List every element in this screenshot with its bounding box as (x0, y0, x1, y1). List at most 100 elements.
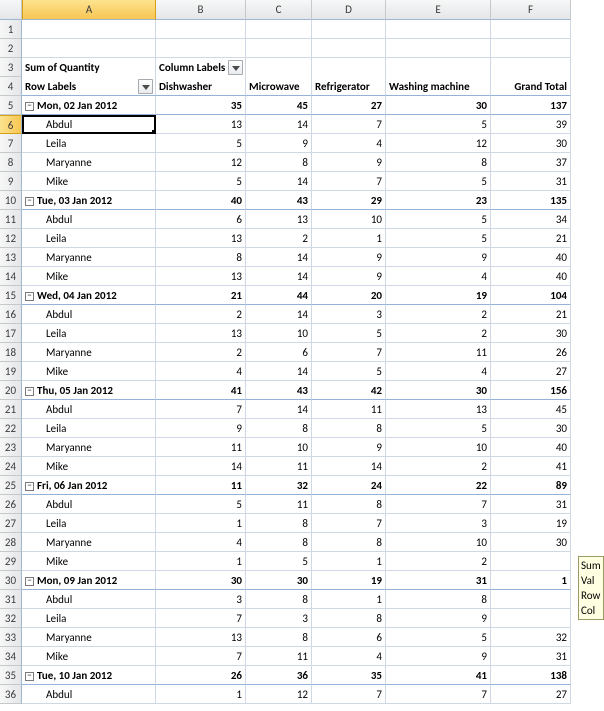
empty-cell[interactable] (312, 58, 386, 77)
pivot-group-value[interactable]: 19 (386, 286, 491, 305)
column-header-F[interactable]: F (491, 0, 571, 20)
pivot-item-value[interactable]: 45 (491, 400, 571, 419)
pivot-item-value[interactable] (491, 552, 571, 571)
pivot-group-value[interactable]: 138 (491, 666, 571, 685)
column-labels-filter-icon[interactable] (228, 60, 243, 75)
pivot-group-value[interactable]: 40 (156, 191, 246, 210)
pivot-item-row[interactable]: Abdul (22, 305, 156, 324)
pivot-item-value[interactable]: 14 (246, 305, 312, 324)
pivot-item-value[interactable]: 32 (491, 628, 571, 647)
pivot-group-value[interactable]: 31 (386, 571, 491, 590)
pivot-group-value[interactable]: 42 (312, 381, 386, 400)
row-header[interactable]: 29 (0, 552, 22, 571)
pivot-item-value[interactable]: 10 (386, 438, 491, 457)
pivot-item-value[interactable]: 9 (156, 419, 246, 438)
pivot-item-value[interactable]: 4 (156, 362, 246, 381)
row-header[interactable]: 30 (0, 571, 22, 590)
row-header[interactable]: 15 (0, 286, 22, 305)
pivot-item-value[interactable]: 8 (312, 495, 386, 514)
pivot-sum-label[interactable]: Sum of Quantity (22, 58, 156, 77)
pivot-item-value[interactable]: 13 (156, 628, 246, 647)
pivot-group-row[interactable]: −Fri, 06 Jan 2012 (22, 476, 156, 495)
pivot-col-field[interactable]: Refrigerator (312, 77, 386, 96)
pivot-item-value[interactable]: 30 (491, 533, 571, 552)
row-header[interactable]: 3 (0, 58, 22, 77)
column-header-A[interactable]: A (22, 0, 156, 20)
pivot-item-value[interactable]: 6 (156, 210, 246, 229)
pivot-item-value[interactable]: 31 (491, 647, 571, 666)
row-header[interactable]: 17 (0, 324, 22, 343)
pivot-item-value[interactable]: 5 (156, 172, 246, 191)
pivot-group-value[interactable]: 89 (491, 476, 571, 495)
collapse-icon[interactable]: − (25, 672, 34, 681)
pivot-group-value[interactable]: 20 (312, 286, 386, 305)
pivot-item-value[interactable]: 19 (491, 514, 571, 533)
pivot-item-value[interactable]: 10 (246, 324, 312, 343)
pivot-item-row[interactable]: Leila (22, 229, 156, 248)
pivot-item-value[interactable]: 2 (156, 305, 246, 324)
pivot-item-value[interactable]: 27 (491, 362, 571, 381)
select-all-corner[interactable] (0, 0, 22, 20)
pivot-item-value[interactable]: 5 (312, 324, 386, 343)
collapse-icon[interactable]: − (25, 102, 34, 111)
pivot-item-value[interactable]: 14 (246, 115, 312, 134)
pivot-item-value[interactable]: 8 (246, 628, 312, 647)
row-header[interactable]: 16 (0, 305, 22, 324)
empty-cell[interactable] (491, 58, 571, 77)
pivot-group-value[interactable]: 35 (312, 666, 386, 685)
pivot-item-value[interactable]: 14 (156, 457, 246, 476)
pivot-item-value[interactable]: 5 (156, 134, 246, 153)
pivot-item-value[interactable]: 7 (156, 400, 246, 419)
pivot-item-value[interactable]: 1 (312, 552, 386, 571)
pivot-item-value[interactable]: 9 (312, 248, 386, 267)
pivot-item-value[interactable]: 5 (312, 362, 386, 381)
pivot-item-row[interactable]: Leila (22, 419, 156, 438)
pivot-group-value[interactable]: 45 (246, 96, 312, 115)
pivot-item-value[interactable]: 5 (246, 552, 312, 571)
pivot-item-value[interactable] (491, 609, 571, 628)
pivot-group-value[interactable]: 19 (312, 571, 386, 590)
pivot-group-value[interactable]: 24 (312, 476, 386, 495)
pivot-item-value[interactable]: 8 (312, 609, 386, 628)
pivot-item-value[interactable]: 11 (246, 647, 312, 666)
pivot-item-value[interactable]: 5 (386, 210, 491, 229)
pivot-item-value[interactable]: 26 (491, 343, 571, 362)
pivot-item-value[interactable]: 41 (491, 457, 571, 476)
pivot-item-value[interactable]: 2 (386, 305, 491, 324)
pivot-item-value[interactable]: 9 (312, 267, 386, 286)
pivot-col-field[interactable]: Washing machine (386, 77, 491, 96)
pivot-item-row[interactable]: Leila (22, 324, 156, 343)
pivot-item-value[interactable]: 40 (491, 267, 571, 286)
pivot-item-row[interactable]: Mike (22, 457, 156, 476)
empty-cell[interactable] (491, 20, 571, 39)
pivot-item-value[interactable]: 10 (246, 438, 312, 457)
pivot-item-value[interactable]: 8 (386, 153, 491, 172)
pivot-group-value[interactable]: 11 (156, 476, 246, 495)
row-header[interactable]: 24 (0, 457, 22, 476)
pivot-item-value[interactable]: 7 (312, 115, 386, 134)
pivot-item-row[interactable]: Maryanne (22, 628, 156, 647)
pivot-group-value[interactable]: 27 (312, 96, 386, 115)
pivot-item-value[interactable]: 13 (386, 400, 491, 419)
row-header[interactable]: 26 (0, 495, 22, 514)
row-header[interactable]: 27 (0, 514, 22, 533)
pivot-item-value[interactable]: 2 (386, 457, 491, 476)
pivot-item-value[interactable]: 7 (156, 647, 246, 666)
pivot-group-value[interactable]: 43 (246, 191, 312, 210)
pivot-item-value[interactable]: 21 (491, 305, 571, 324)
pivot-item-row[interactable]: Maryanne (22, 153, 156, 172)
row-header[interactable]: 20 (0, 381, 22, 400)
pivot-row-labels[interactable]: Row Labels (22, 77, 156, 96)
pivot-item-row[interactable]: Leila (22, 514, 156, 533)
row-header[interactable]: 13 (0, 248, 22, 267)
row-header[interactable]: 8 (0, 153, 22, 172)
pivot-item-value[interactable]: 13 (156, 324, 246, 343)
pivot-item-value[interactable]: 1 (156, 552, 246, 571)
pivot-group-value[interactable]: 156 (491, 381, 571, 400)
pivot-group-row[interactable]: −Tue, 03 Jan 2012 (22, 191, 156, 210)
pivot-column-labels[interactable]: Column Labels (156, 58, 246, 77)
pivot-item-value[interactable]: 14 (246, 172, 312, 191)
pivot-item-value[interactable]: 14 (312, 457, 386, 476)
pivot-item-row[interactable]: Abdul (22, 400, 156, 419)
pivot-item-value[interactable]: 5 (386, 172, 491, 191)
